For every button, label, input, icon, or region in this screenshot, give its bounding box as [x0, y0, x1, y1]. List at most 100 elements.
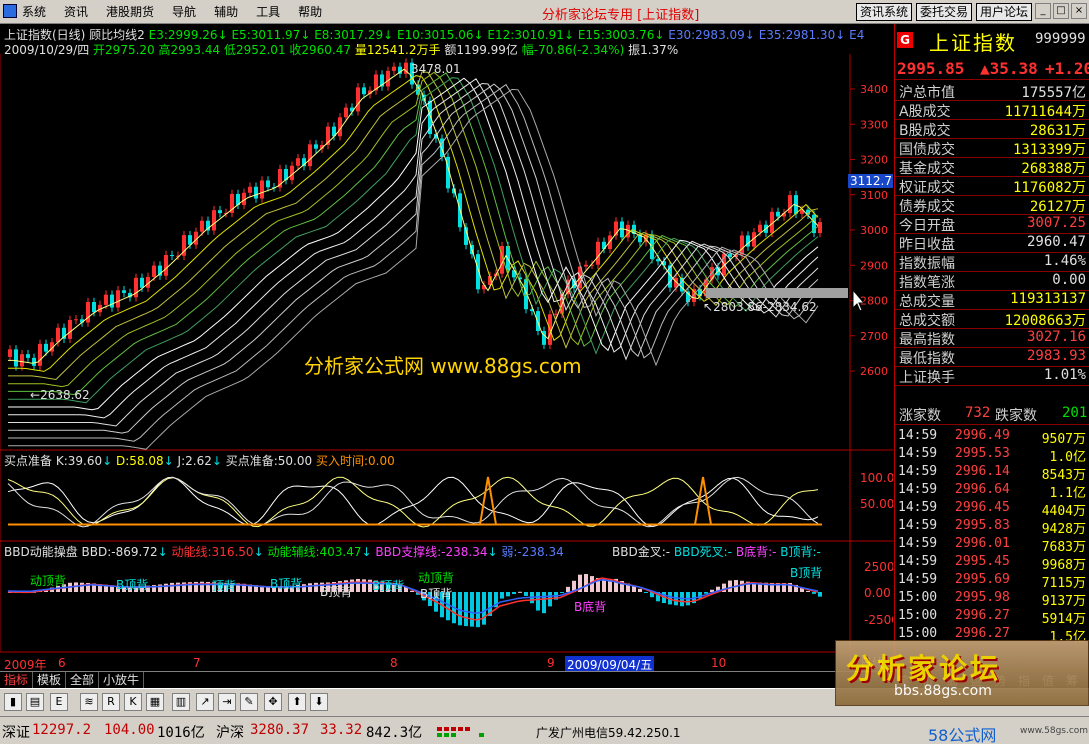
quote-row: 最高指数 3027.16	[895, 329, 1089, 348]
tab-all[interactable]: 全部	[66, 672, 100, 688]
draw-tool-icon[interactable]: ↗	[196, 693, 214, 711]
menu-hk-futures[interactable]: 港股期货	[97, 3, 163, 20]
hs-change: 33.32	[320, 722, 363, 738]
candle-body	[164, 255, 168, 276]
quote-title: G 上证指数 999999	[895, 26, 1089, 55]
tab-template[interactable]: 模板	[33, 672, 67, 688]
bar-tool-icon[interactable]: ▥	[172, 693, 190, 711]
maximize-icon[interactable]: □	[1053, 3, 1069, 19]
watermark-text: 分析家公式网 www.88gs.com	[304, 354, 582, 378]
arrow-down-icon[interactable]: ⬇	[310, 693, 328, 711]
quote-row-value: 11711644万	[1004, 104, 1086, 120]
x-label: 10	[711, 656, 727, 670]
down-count: 201	[1062, 405, 1088, 421]
x-axis: 2009年 6 7 8 9 10 2009/09/04/五	[0, 656, 850, 671]
news-system-button[interactable]: 资讯系统	[856, 3, 913, 21]
brand-url: www.58gs.com	[1020, 726, 1089, 736]
quote-row-value: 26127万	[1029, 199, 1086, 215]
bbd-bar	[536, 592, 540, 611]
tick-time: 14:59	[898, 554, 938, 569]
tick-row: 14:59 2996.01 7683万	[895, 536, 1089, 555]
menu-news[interactable]: 资讯	[55, 3, 97, 20]
bbd-bar	[542, 592, 546, 614]
quote-row-label: 国债成交	[899, 142, 955, 158]
quote-row-value: 175557亿	[1021, 85, 1086, 101]
hs-amount: 842.3亿	[366, 725, 423, 741]
quote-row-label: 指数振幅	[899, 256, 955, 272]
tick-time: 15:00	[898, 590, 938, 605]
bbd-bar	[812, 592, 816, 594]
menu-assist[interactable]: 辅助	[205, 3, 247, 20]
kdj-time: 买入时间:0.00	[315, 454, 395, 468]
indicator-tabs: 指标 模板 全部 小放牛	[0, 671, 893, 688]
trade-button[interactable]: 委托交易	[916, 3, 973, 21]
bbd-weak: 弱:-238.34	[501, 545, 564, 559]
minimize-icon[interactable]: _	[1035, 3, 1051, 19]
quote-row-value: 2983.93	[1026, 348, 1086, 364]
close-icon[interactable]: ×	[1071, 3, 1087, 19]
menu-navigation[interactable]: 导航	[163, 3, 205, 20]
bbd-bar	[584, 574, 588, 592]
index-pct: +1.20	[1045, 59, 1089, 78]
hs-label: 沪深	[216, 725, 244, 741]
tick-time: 14:59	[898, 518, 938, 533]
candle-body	[56, 327, 60, 343]
kline-tool-icon[interactable]: ▤	[26, 693, 44, 711]
chart-tool-icon[interactable]: ≋	[80, 693, 98, 711]
candle-body	[26, 354, 30, 358]
grid-tool-icon[interactable]: ▦	[146, 693, 164, 711]
tick-volume: 9507万	[1041, 432, 1086, 447]
arrow-up-icon[interactable]: ⬆	[288, 693, 306, 711]
x-label: 6	[58, 656, 66, 670]
kd-tool-icon[interactable]: K	[124, 693, 142, 711]
bbd-bar	[644, 592, 648, 593]
tick-time: 14:59	[898, 536, 938, 551]
kdj-header: 买点准备 K:39.60↓ D:58.08↓ J:2.62↓ 买点准备:50.0…	[4, 454, 395, 468]
candle-body	[32, 357, 36, 366]
quote-row-label: B股成交	[899, 123, 951, 139]
move-icon[interactable]: ✥	[264, 693, 282, 711]
export-tool-icon[interactable]: ⇥	[218, 693, 236, 711]
forum-button[interactable]: 用户论坛	[976, 3, 1033, 21]
quote-row-value: 3007.25	[1026, 215, 1086, 231]
candle-body	[68, 320, 72, 339]
price-tick-label: 3200	[860, 154, 888, 167]
x-label: 7	[193, 656, 201, 670]
tick-volume: 8543万	[1041, 468, 1086, 483]
candle-tool-icon[interactable]: ▮	[4, 693, 22, 711]
menu-help[interactable]: 帮助	[289, 3, 331, 20]
menu-tools[interactable]: 工具	[247, 3, 289, 20]
up-label: 涨家数	[899, 408, 941, 424]
bbd-bar	[518, 591, 522, 593]
etf-tool-icon[interactable]: E	[50, 693, 68, 711]
bbd-annotation: B顶背	[270, 577, 303, 591]
tick-time: 14:59	[898, 572, 938, 587]
tick-row: 14:59 2995.83 9428万	[895, 518, 1089, 537]
candle-body	[608, 235, 612, 250]
market-breadth-icon	[435, 725, 525, 739]
tick-row: 14:59 2996.49 9507万	[895, 428, 1089, 447]
tab-xiaofangniu[interactable]: 小放牛	[99, 672, 145, 688]
quote-row-label: 今日开盘	[899, 218, 955, 234]
bbd-tick-0: 0.00	[864, 586, 891, 600]
quote-row: 权证成交 1176082万	[895, 177, 1089, 196]
quote-row: 最低指数 2983.93	[895, 348, 1089, 367]
tick-volume: 9137万	[1041, 594, 1086, 609]
bbd-bar	[506, 592, 510, 597]
quote-panel: G 上证指数 999999 2995.85 ▲35.38 +1.20 沪总市值 1…	[894, 24, 1089, 669]
price-tick-label: 2900	[860, 259, 888, 272]
quote-row: 指数振幅 1.46%	[895, 253, 1089, 272]
bbd-bar	[566, 586, 570, 592]
price-tick-label: 3000	[860, 224, 888, 237]
rsi-tool-icon[interactable]: R	[102, 693, 120, 711]
quote-row-value: 1176082万	[1012, 180, 1086, 196]
chart-area[interactable]: 上证指数(日线) 顾比均线2 E3:2999.26↓ E5:3011.97↓ E…	[0, 24, 893, 671]
tick-time: 14:59	[898, 482, 938, 497]
tick-time: 15:00	[898, 626, 938, 641]
tab-indicator[interactable]: 指标	[0, 672, 34, 688]
bbd-signals: BBD金叉:- BBD死叉:- B底背:- B顶背:-	[612, 543, 821, 560]
candle-body	[200, 220, 204, 232]
quote-row: 上证换手 1.01%	[895, 367, 1089, 386]
candle-body	[818, 222, 822, 234]
pen-icon[interactable]: ✎	[240, 693, 258, 711]
